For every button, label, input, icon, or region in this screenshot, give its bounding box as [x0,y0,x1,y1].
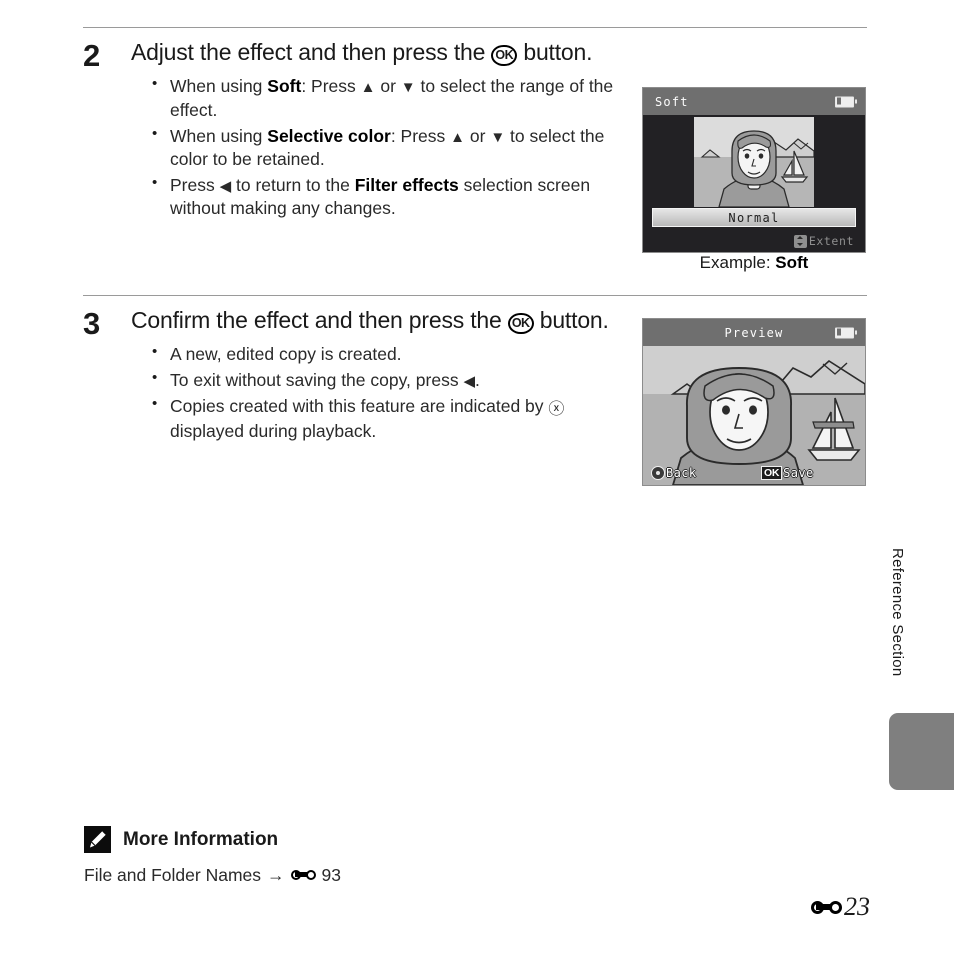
preview-screen-header: Preview [643,319,865,346]
page-number: 23 [811,892,870,922]
ok-button-icon: OK [507,312,534,335]
bullet-item: To exit without saving the copy, press ◀… [149,368,643,393]
soft-thumbnail-image [694,117,814,207]
preview-back-hint[interactable]: Back [651,466,697,480]
arrow-left-icon: ◀ [219,177,232,195]
soft-screen-header: Soft [643,88,865,115]
more-information-header: More Information [84,826,684,853]
bullet-text: to return to the [231,174,355,195]
soft-screen-body [643,115,865,208]
bullet-text: When using [170,76,268,97]
more-information-title: More Information [123,828,279,850]
step-2-block: 2 Adjust the effect and then press the O… [83,38,643,223]
bullet-text: : Press [301,76,361,97]
bullet-text: When using [170,125,268,146]
bullet-item: Copies created with this feature are ind… [149,394,643,444]
arrow-down-icon: ▼ [490,128,506,146]
bullet-text: A new, edited copy is created. [170,344,402,365]
preview-artwork [643,346,865,485]
e-symbol-icon [290,868,316,881]
multi-selector-icon [651,466,665,480]
horizontal-rule-top [83,27,867,28]
bullet-emphasis: Soft [267,76,302,97]
more-information-link-text: File and Folder Names [84,865,262,885]
bullet-text: To exit without saving the copy, press [170,369,464,390]
bullet-item: When using Selective color: Press ▲ or ▼… [149,124,643,172]
step-2-heading: Adjust the effect and then press the OK … [131,39,643,67]
bullet-item: A new, edited copy is created. [149,342,643,367]
soft-extent-label: Extent [808,234,854,248]
soft-screen-caption: Example: Soft [642,253,866,273]
preview-save-hint[interactable]: OK Save [761,465,814,480]
pencil-marker-icon: ⓧ [548,400,565,418]
battery-icon [835,327,857,338]
e-symbol-icon [811,899,842,916]
arrow-down-icon: ▼ [400,79,416,97]
bullet-text: : Press [390,125,451,146]
camera-screen-preview: Preview Back OK Save [642,318,866,486]
bullet-item: Press ◀ to return to the Filter effects … [149,173,643,221]
bullet-text: or [375,76,401,97]
side-tab-label: Reference Section [889,548,906,677]
preview-save-label: Save [783,465,814,480]
soft-screen-title: Soft [655,94,689,109]
pencil-note-icon [84,826,111,853]
thumbnail-artwork [694,117,814,207]
battery-icon [835,96,857,107]
step-3-block: 3 Confirm the effect and then press the … [83,306,643,446]
more-information-ref-page: 93 [321,865,341,885]
up-down-arrow-icon [793,234,807,248]
step-3-bullet-list: A new, edited copy is created. To exit wi… [149,342,643,444]
soft-option-label: Normal [728,210,780,225]
preview-screen-body: Back OK Save [643,346,865,485]
step-3-number: 3 [83,306,100,341]
bullet-text: displayed during playback. [170,421,377,442]
soft-option-bar[interactable]: Normal [652,208,856,227]
arrow-right-icon: → [267,865,285,885]
bullet-emphasis: Selective color [267,125,391,146]
page-number-value: 23 [844,892,870,921]
bullet-text: Copies created with this feature are ind… [170,395,549,416]
ok-button-icon: OK [761,465,783,480]
preview-back-label: Back [666,466,697,480]
soft-extent-hint: Extent [793,234,854,248]
caption-prefix: Example: [699,253,776,272]
step-3-heading-text-before: Confirm the effect and then press the [131,307,508,333]
step-3-heading-text-after: button. [533,307,609,333]
side-tab-marker [889,713,954,790]
bullet-text: Press [170,174,220,195]
step-2-number: 2 [83,38,100,73]
bullet-text: or [465,125,491,146]
caption-value: Soft [775,253,809,272]
preview-screen-title: Preview [724,325,784,340]
bullet-emphasis: Filter effects [354,174,459,195]
horizontal-rule-middle [83,295,867,296]
ok-button-icon: OK [491,44,518,67]
bullet-text: . [474,369,480,390]
arrow-up-icon: ▲ [360,79,376,97]
bullet-item: When using Soft: Press ▲ or ▼ to select … [149,74,643,122]
more-information-link-row[interactable]: File and Folder Names → 93 [84,865,684,886]
arrow-up-icon: ▲ [450,128,466,146]
step-2-heading-text-before: Adjust the effect and then press the [131,39,492,65]
step-2-heading-text-after: button. [517,39,593,65]
arrow-left-icon: ◀ [463,372,475,390]
step-2-bullet-list: When using Soft: Press ▲ or ▼ to select … [149,74,643,221]
more-information-section: More Information File and Folder Names →… [84,826,684,886]
step-3-heading: Confirm the effect and then press the OK… [131,307,643,335]
camera-screen-soft: Soft Normal Extent [642,87,866,253]
